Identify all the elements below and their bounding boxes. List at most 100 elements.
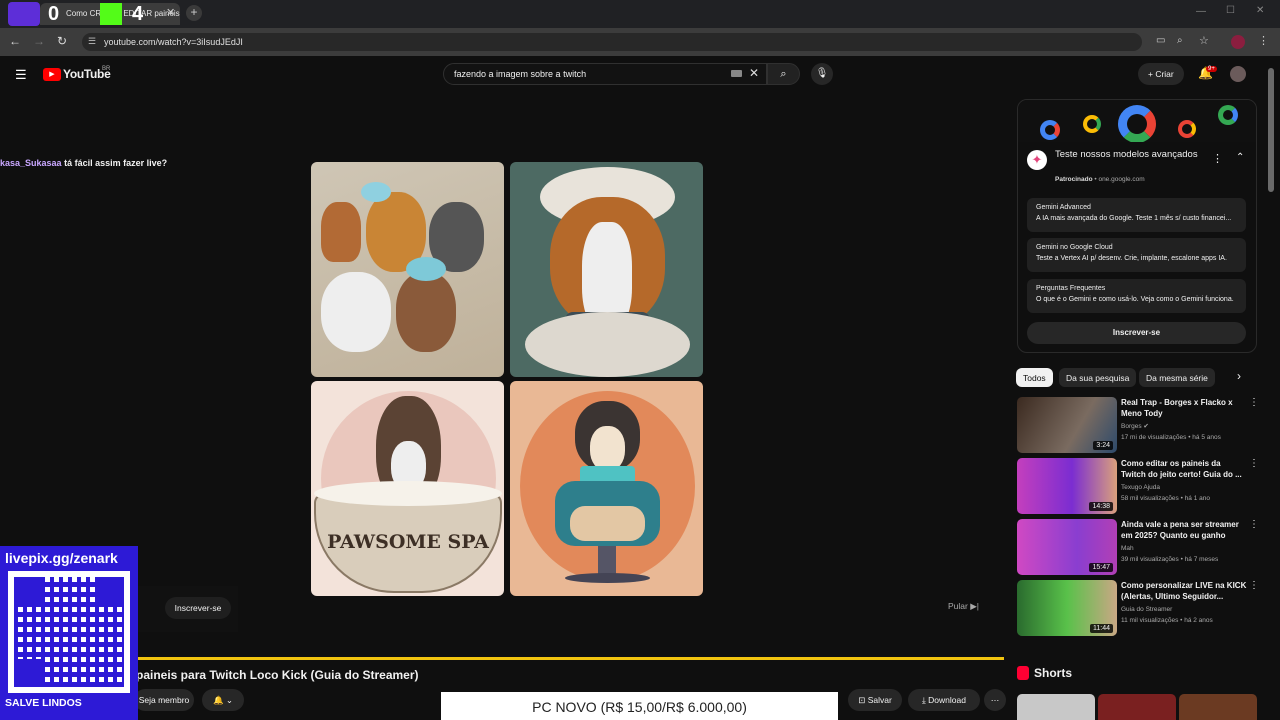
sponsored-ad-panel[interactable]: ✦ Teste nossos modelos avançados Patroci… — [1017, 99, 1257, 353]
video-thumbnail[interactable]: 14:38 — [1017, 458, 1117, 514]
related-video-item[interactable]: 11:44 Como personalizar LIVE na KICK (Al… — [1017, 580, 1259, 637]
kick-logo — [100, 3, 122, 25]
minimize-icon[interactable]: — — [1196, 6, 1206, 17]
save-icon: ⊡ — [858, 695, 868, 705]
notification-bell-button[interactable]: 🔔 ⌄ — [202, 689, 244, 711]
browser-menu-icon[interactable]: ⋮ — [1258, 34, 1269, 47]
short-thumbnail[interactable] — [1017, 694, 1095, 720]
menu-icon[interactable]: ☰ — [15, 67, 27, 83]
overlay-digit-left: 0 — [48, 3, 60, 25]
search-input[interactable]: fazendo a imagem sobre a twitch — [443, 63, 767, 85]
notification-badge: 9+ — [1206, 66, 1217, 72]
related-video-item[interactable]: 15:47 Ainda vale a pena ser streamer em … — [1017, 519, 1259, 576]
related-video-item[interactable]: 3:24 Real Trap - Borges x Flacko x Meno … — [1017, 397, 1259, 454]
related-video-channel: Borges ✔ — [1121, 423, 1149, 430]
dogs-group-image — [311, 162, 504, 377]
donation-url: livepix.gg/zenark — [5, 550, 118, 566]
join-button[interactable]: Seja membro — [134, 689, 194, 711]
video-frame[interactable]: PAWSOME SPA — [311, 162, 704, 596]
video-title: paineis para Twitch Loco Kick (Guia do S… — [136, 668, 419, 682]
dog-barber-chair-image — [510, 381, 703, 596]
chip-from-search[interactable]: Da sua pesquisa — [1059, 368, 1137, 387]
new-tab-icon[interactable]: + — [186, 5, 202, 21]
clear-search-icon[interactable]: ✕ — [749, 66, 759, 80]
search-icon: ⌕ — [780, 68, 787, 80]
chat-message: kasa_Sukasaa tá fácil assim fazer live? — [0, 158, 167, 168]
video-more-icon[interactable]: ⋮ — [1249, 519, 1259, 530]
youtube-logo-icon[interactable]: ▶ — [43, 68, 61, 81]
ad-title: Teste nossos modelos avançados — [1055, 149, 1198, 160]
qr-code-image — [8, 571, 130, 693]
donation-goal-bar: PC NOVO (R$ 15,00/R$ 6.000,00) — [441, 692, 838, 720]
reload-icon[interactable]: ↻ — [57, 34, 67, 48]
voice-search-icon[interactable]: 🎙 — [811, 63, 833, 85]
related-video-meta: 11 mil visualizações • há 2 anos — [1121, 617, 1213, 624]
ad-sponsor-line: Patrocinado • one.google.com — [1055, 176, 1145, 183]
chat-username: kasa_Sukasaa — [0, 158, 62, 168]
profile-avatar[interactable] — [1231, 35, 1245, 49]
related-video-item[interactable]: 14:38 Como editar os paineis da Twitch d… — [1017, 458, 1259, 515]
site-info-icon[interactable]: ☰ — [88, 36, 96, 47]
save-button[interactable]: ⊡ Salvar — [848, 689, 902, 711]
shorts-heading: Shorts — [1034, 666, 1073, 680]
maximize-icon[interactable]: ☐ — [1226, 5, 1235, 16]
verified-icon: ✔ — [1143, 423, 1149, 430]
skip-button[interactable]: Pular ▶| — [948, 601, 979, 612]
ad-link-row[interactable]: Perguntas Frequentes O que é o Gemini e c… — [1027, 279, 1246, 313]
related-video-title: Como editar os paineis da Twitch do jeit… — [1121, 459, 1242, 479]
related-video-meta: 58 mil visualizações • há 1 ano — [1121, 495, 1210, 502]
related-video-title: Real Trap - Borges x Flacko x Meno Tody — [1121, 398, 1233, 418]
video-more-icon[interactable]: ⋮ — [1249, 397, 1259, 408]
ad-collapse-icon[interactable]: ⌃ — [1236, 152, 1244, 163]
video-thumbnail[interactable]: 3:24 — [1017, 397, 1117, 453]
chips-next-icon[interactable]: › — [1237, 369, 1241, 383]
chip-same-series[interactable]: Da mesma série — [1139, 368, 1215, 387]
related-video-channel: Mah — [1121, 545, 1134, 552]
chip-all[interactable]: Todos — [1016, 368, 1053, 387]
window-close-icon[interactable]: ✕ — [1256, 5, 1264, 16]
page-scrollbar[interactable] — [1268, 68, 1274, 192]
end-screen-subscribe-button[interactable]: Inscrever-se — [165, 597, 231, 619]
related-video-meta: 39 mil visualizações • há 7 meses — [1121, 556, 1219, 563]
dog-bubbles-image — [510, 162, 703, 377]
region-code: BR — [102, 66, 111, 72]
keyboard-icon[interactable] — [731, 70, 742, 77]
shorts-icon — [1017, 666, 1029, 680]
streamer-logo — [8, 2, 40, 26]
ad-banner-image — [1018, 100, 1256, 142]
related-video-channel: Guia do Streamer — [1121, 606, 1173, 613]
pawsome-spa-image: PAWSOME SPA — [311, 381, 504, 596]
back-icon[interactable]: ← — [9, 34, 21, 48]
chat-text: tá fácil assim fazer live? — [64, 158, 168, 168]
gemini-logo-icon: ✦ — [1027, 150, 1047, 170]
short-thumbnail[interactable] — [1179, 694, 1257, 720]
ad-more-icon[interactable]: ⋮ — [1212, 152, 1223, 165]
short-thumbnail[interactable] — [1098, 694, 1176, 720]
donation-qr-panel: livepix.gg/zenark SALVE LINDOS — [0, 546, 138, 720]
related-video-title: Como personalizar LIVE na KICK (Alertas,… — [1121, 581, 1247, 601]
video-thumbnail[interactable]: 11:44 — [1017, 580, 1117, 636]
tab-close-icon[interactable]: ✕ — [166, 6, 175, 19]
related-video-channel: Texugo Ajuda — [1121, 484, 1161, 491]
more-actions-icon[interactable]: ⋯ — [984, 689, 1006, 711]
video-progress-bar[interactable] — [138, 657, 1004, 660]
search-button[interactable]: ⌕ — [767, 63, 800, 85]
bookmark-star-icon[interactable]: ☆ — [1199, 34, 1209, 47]
user-avatar[interactable] — [1230, 66, 1246, 82]
ad-link-row[interactable]: Gemini no Google Cloud Teste a Vertex AI … — [1027, 238, 1246, 272]
related-video-title: Ainda vale a pena ser streamer em 2025? … — [1121, 520, 1239, 540]
create-button[interactable]: + Criar — [1138, 63, 1184, 85]
cast-icon[interactable]: ▭ — [1156, 35, 1165, 46]
video-more-icon[interactable]: ⋮ — [1249, 458, 1259, 469]
video-more-icon[interactable]: ⋮ — [1249, 580, 1259, 591]
qr-caption: SALVE LINDOS — [5, 697, 82, 709]
url-field[interactable]: youtube.com/watch?v=3iIsudJEdJI — [82, 33, 1142, 51]
ad-link-row[interactable]: Gemini Advanced A IA mais avançada do Goo… — [1027, 198, 1246, 232]
download-button[interactable]: ⤓ Download — [908, 689, 980, 711]
spa-sign-text: PAWSOME SPA — [327, 531, 489, 553]
zoom-icon[interactable]: ⌕ — [1177, 35, 1183, 46]
overlay-digit-right: 4 — [132, 3, 144, 25]
forward-icon[interactable]: → — [33, 34, 45, 48]
ad-cta-button[interactable]: Inscrever-se — [1027, 322, 1246, 344]
video-thumbnail[interactable]: 15:47 — [1017, 519, 1117, 575]
